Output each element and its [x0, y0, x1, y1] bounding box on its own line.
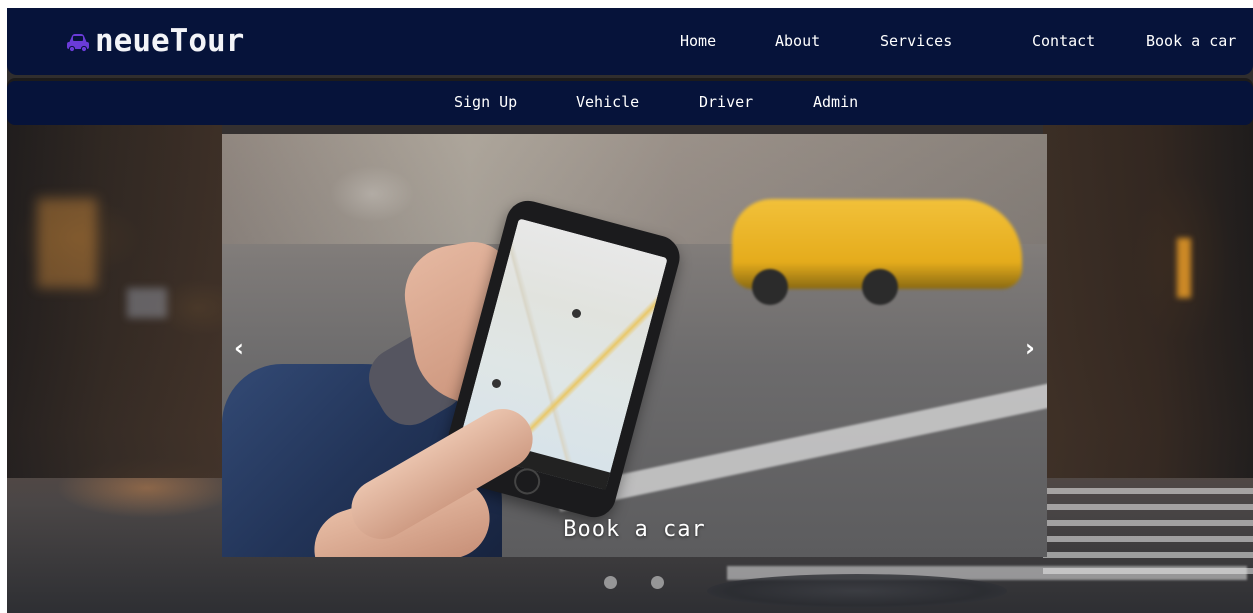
background-light: [37, 198, 97, 288]
brand-logo[interactable]: neueTour: [65, 22, 244, 60]
brand-name: neueTour: [95, 23, 245, 59]
carousel-slide-image: Book a car: [222, 134, 1047, 557]
map-pin-icon: [492, 379, 501, 388]
background-manhole: [707, 574, 1007, 608]
slide-taxi-wheel: [752, 269, 788, 305]
carousel-indicators: [604, 576, 664, 589]
nav-link-about[interactable]: About: [775, 32, 820, 50]
carousel-indicator[interactable]: [604, 576, 617, 589]
background-crosswalk: [1043, 488, 1253, 578]
nav-link-sign-up[interactable]: Sign Up: [454, 93, 517, 111]
background-light: [127, 288, 167, 318]
nav-link-home[interactable]: Home: [680, 32, 716, 50]
nav-link-book-a-car[interactable]: Book a car: [1146, 32, 1236, 50]
nav-link-services[interactable]: Services: [880, 32, 952, 50]
background-lamp: [1177, 238, 1191, 298]
map-pin-icon: [572, 309, 581, 318]
nav-link-driver[interactable]: Driver: [699, 93, 753, 111]
carousel-caption: Book a car: [563, 517, 706, 542]
chevron-left-icon[interactable]: ‹: [228, 334, 250, 362]
slide-taxi-wheel: [862, 269, 898, 305]
nav-link-vehicle[interactable]: Vehicle: [576, 93, 639, 111]
chevron-right-icon[interactable]: ›: [1019, 334, 1041, 362]
nav-link-contact[interactable]: Contact: [1032, 32, 1095, 50]
main-navbar: neueTour Home About Services Contact Boo…: [7, 8, 1253, 75]
secondary-navbar: Sign Up Vehicle Driver Admin: [7, 81, 1253, 125]
nav-link-admin[interactable]: Admin: [813, 93, 858, 111]
carousel-indicator[interactable]: [651, 576, 664, 589]
background-building-left: [7, 118, 222, 478]
background-building-right: [1043, 118, 1253, 478]
car-icon: [67, 34, 89, 53]
